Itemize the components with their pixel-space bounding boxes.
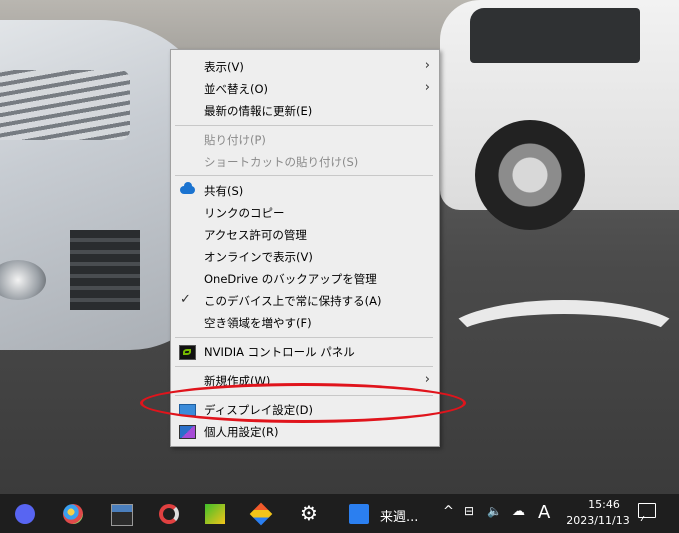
taskbar: ⚙ 来週... ^ ⊟ 🔈 ☁ A 15:46 2023/11/13 bbox=[0, 494, 679, 533]
menu-item-label: リンクのコピー bbox=[204, 206, 285, 220]
green-app-icon bbox=[205, 504, 225, 524]
taskbar-app-label[interactable]: 来週... bbox=[380, 506, 418, 525]
network-icon[interactable]: ⊟ bbox=[464, 504, 474, 518]
menu-item-view[interactable]: 表示(V) › bbox=[171, 56, 439, 77]
desktop-context-menu: 表示(V) › 並べ替え(O) › 最新の情報に更新(E) 貼り付け(P) ショ… bbox=[170, 49, 440, 447]
menu-item-label: 個人用設定(R) bbox=[204, 425, 279, 439]
document-icon bbox=[349, 504, 369, 524]
menu-item-paste[interactable]: 貼り付け(P) bbox=[171, 129, 439, 150]
taskbar-settings-button[interactable]: ⚙ bbox=[294, 499, 324, 529]
menu-item-share[interactable]: 共有(S) bbox=[171, 180, 439, 201]
menu-item-free-up-space[interactable]: 空き領域を増やす(F) bbox=[171, 312, 439, 333]
menu-item-sort[interactable]: 並べ替え(O) › bbox=[171, 78, 439, 99]
menu-item-label: ショートカットの貼り付け(S) bbox=[204, 155, 359, 169]
menu-item-new[interactable]: 新規作成(W) › bbox=[171, 370, 439, 391]
menu-item-label: OneDrive のバックアップを管理 bbox=[204, 272, 377, 286]
menu-item-manage-access[interactable]: アクセス許可の管理 bbox=[171, 224, 439, 245]
menu-item-label: NVIDIA コントロール パネル bbox=[204, 345, 355, 359]
taskbar-app-ring-button[interactable] bbox=[154, 499, 184, 529]
menu-item-copy-link[interactable]: リンクのコピー bbox=[171, 202, 439, 223]
fog-light bbox=[0, 260, 46, 300]
menu-item-label: 最新の情報に更新(E) bbox=[204, 104, 313, 118]
menu-item-display-settings[interactable]: ディスプレイ設定(D) bbox=[171, 399, 439, 420]
lower-grille bbox=[70, 230, 140, 310]
taskbar-green-app-button[interactable] bbox=[200, 499, 230, 529]
menu-item-label: 表示(V) bbox=[204, 60, 244, 74]
menu-item-label: 並べ替え(O) bbox=[204, 82, 269, 96]
checkmark-icon: ✓ bbox=[180, 292, 191, 307]
nvidia-icon bbox=[179, 345, 196, 360]
menu-item-label: 空き領域を増やす(F) bbox=[204, 316, 312, 330]
menu-item-label: ディスプレイ設定(D) bbox=[204, 403, 314, 417]
submenu-arrow-icon: › bbox=[424, 80, 430, 95]
paint-palette-icon bbox=[63, 504, 83, 524]
menu-item-label: 貼り付け(P) bbox=[204, 133, 266, 147]
menu-separator bbox=[175, 337, 433, 338]
onedrive-cloud-icon bbox=[180, 182, 195, 194]
onedrive-tray-icon[interactable]: ☁ bbox=[512, 504, 525, 519]
menu-item-refresh[interactable]: 最新の情報に更新(E) bbox=[171, 100, 439, 121]
menu-item-label: 共有(S) bbox=[204, 184, 244, 198]
volume-icon[interactable]: 🔈 bbox=[487, 504, 502, 518]
personalize-icon bbox=[179, 425, 196, 439]
calculator-icon bbox=[111, 504, 133, 526]
bluestacks-icon bbox=[249, 502, 273, 526]
menu-separator bbox=[175, 125, 433, 126]
taskbar-paint-button[interactable] bbox=[58, 499, 88, 529]
notification-center-icon[interactable] bbox=[638, 503, 656, 518]
car-grille bbox=[0, 70, 130, 140]
ring-app-icon bbox=[159, 504, 179, 524]
taskbar-discord-button[interactable] bbox=[10, 499, 40, 529]
clock-time[interactable]: 15:46 bbox=[574, 498, 634, 511]
menu-separator bbox=[175, 395, 433, 396]
menu-item-nvidia-control-panel[interactable]: NVIDIA コントロール パネル bbox=[171, 341, 439, 362]
menu-separator bbox=[175, 366, 433, 367]
parking-line bbox=[440, 300, 679, 378]
taskbar-document-button[interactable] bbox=[344, 499, 374, 529]
display-settings-icon bbox=[179, 404, 196, 416]
menu-item-view-online[interactable]: オンラインで表示(V) bbox=[171, 246, 439, 267]
gear-icon: ⚙ bbox=[300, 501, 318, 525]
ime-indicator[interactable]: A bbox=[538, 502, 550, 523]
menu-separator bbox=[175, 175, 433, 176]
menu-item-always-keep[interactable]: ✓ このデバイス上で常に保持する(A) bbox=[171, 290, 439, 311]
submenu-arrow-icon: › bbox=[424, 372, 430, 387]
menu-item-label: アクセス許可の管理 bbox=[204, 228, 307, 242]
menu-item-label: このデバイス上で常に保持する(A) bbox=[204, 294, 382, 308]
discord-icon bbox=[15, 504, 35, 524]
menu-item-personalize[interactable]: 個人用設定(R) bbox=[171, 421, 439, 442]
taskbar-calculator-button[interactable] bbox=[106, 499, 136, 529]
menu-item-label: 新規作成(W) bbox=[204, 374, 271, 388]
submenu-arrow-icon: › bbox=[424, 58, 430, 73]
menu-item-onedrive-backup[interactable]: OneDrive のバックアップを管理 bbox=[171, 268, 439, 289]
tray-overflow-chevron-icon[interactable]: ^ bbox=[443, 504, 454, 519]
taskbar-bluestacks-button[interactable] bbox=[246, 499, 276, 529]
menu-item-paste-shortcut[interactable]: ショートカットの貼り付け(S) bbox=[171, 151, 439, 172]
clock-date[interactable]: 2023/11/13 bbox=[560, 514, 636, 527]
suv-wheel bbox=[475, 120, 585, 230]
suv-window bbox=[470, 8, 640, 63]
menu-item-label: オンラインで表示(V) bbox=[204, 250, 313, 264]
